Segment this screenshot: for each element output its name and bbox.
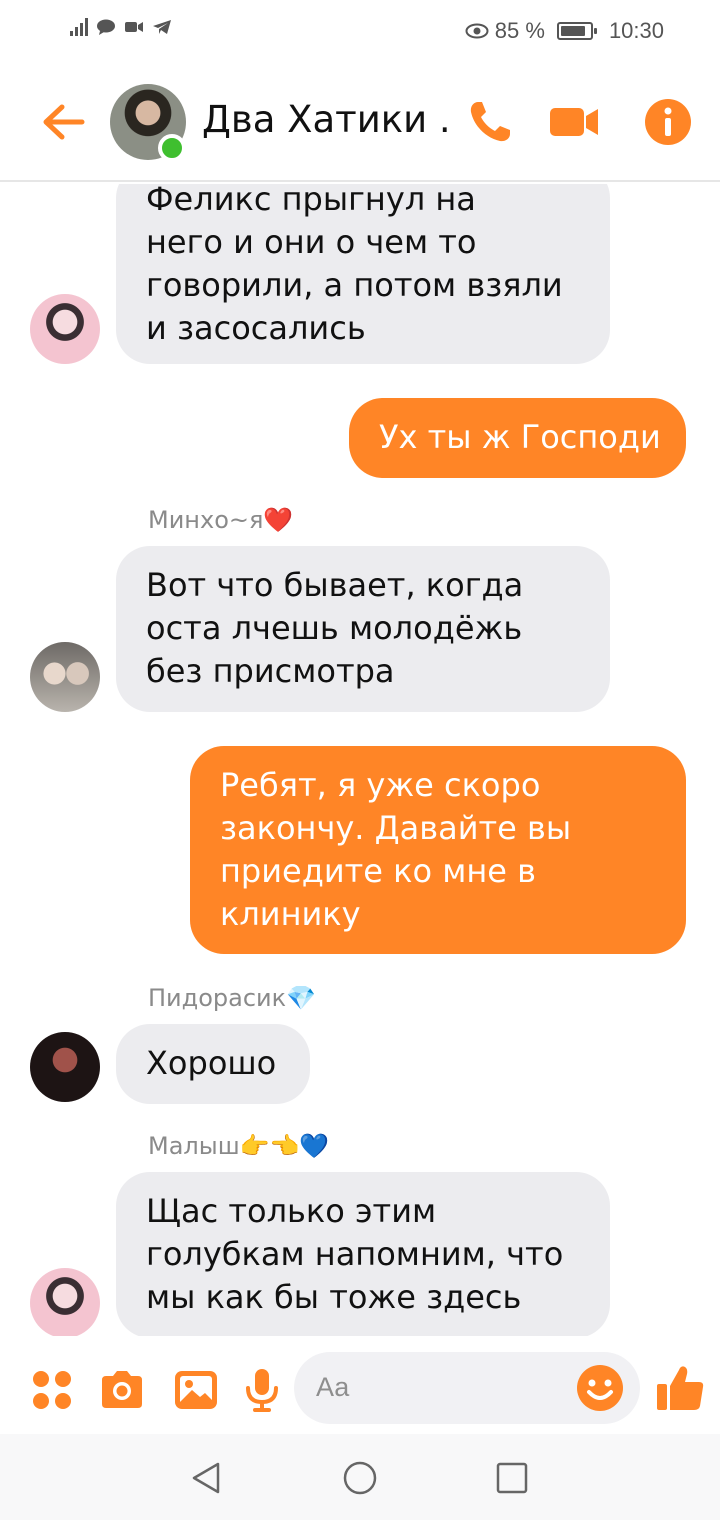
sender-name: Минхо~я❤️: [148, 506, 294, 534]
message-line: Щас только этим: [146, 1192, 437, 1230]
sender-name: Малыш👉👈💙: [148, 1132, 330, 1160]
status-left: [70, 18, 172, 36]
sender-avatar[interactable]: [30, 642, 100, 712]
status-right: 85 % 10:30: [465, 18, 664, 44]
battery-percent: 85 %: [494, 18, 545, 43]
sender-avatar[interactable]: [30, 294, 100, 364]
status-bar: 85 % 10:30: [0, 0, 720, 62]
eye-icon: [465, 23, 489, 39]
apps-grid-icon[interactable]: [28, 1366, 76, 1414]
message-line: закончу. Давайте вы: [220, 809, 572, 847]
nav-recents-icon[interactable]: [492, 1458, 532, 1498]
sender-name: Пидорасик💎: [148, 984, 317, 1012]
battery-icon: [556, 22, 597, 40]
emoji-icon[interactable]: [576, 1364, 624, 1412]
system-nav-bar: [0, 1434, 720, 1520]
message-composer: Аа: [0, 1344, 720, 1434]
battery-fill: [560, 26, 585, 36]
nav-home-icon[interactable]: [340, 1458, 380, 1498]
online-indicator: [158, 134, 186, 162]
message-line: Хорошо: [146, 1044, 277, 1082]
message-line: приедите ко мне в: [220, 852, 536, 890]
message-line: Ух ты ж Господи: [379, 418, 661, 456]
message-line: оста лчешь молодёжь: [146, 609, 523, 647]
message-line: Феликс прыгнул на: [146, 184, 476, 218]
back-arrow-icon[interactable]: [36, 94, 92, 150]
status-time: 10:30: [608, 18, 664, 43]
message-line: него и они о чем то: [146, 223, 477, 261]
sender-avatar[interactable]: [30, 1032, 100, 1102]
signal-icon: [70, 18, 88, 36]
message-line: без присмотра: [146, 652, 395, 690]
camera-icon[interactable]: [98, 1366, 146, 1414]
input-placeholder: Аа: [316, 1372, 350, 1402]
phone-icon[interactable]: [464, 96, 516, 148]
video-camera-icon[interactable]: [548, 96, 600, 148]
message-line: клинику: [220, 895, 361, 933]
nav-back-icon[interactable]: [186, 1458, 226, 1498]
telegram-icon: [153, 20, 171, 34]
sender-avatar[interactable]: [30, 1268, 100, 1336]
message-line: голубкам напомним, что: [146, 1235, 564, 1273]
video-status-icon: [125, 22, 143, 32]
microphone-icon[interactable]: [238, 1366, 286, 1414]
info-icon[interactable]: [642, 96, 694, 148]
thumbs-up-icon[interactable]: [654, 1362, 706, 1414]
message-bubble-incoming[interactable]: Щас только этим голубкам напомним, что м…: [116, 1172, 610, 1336]
message-bubble-incoming[interactable]: Хорошо: [116, 1024, 310, 1104]
message-line: и засосались: [146, 309, 366, 347]
message-bubble-incoming[interactable]: Вот что бывает, когда оста лчешь молодёж…: [116, 546, 610, 712]
message-list[interactable]: Феликс прыгнул на него и они о чем то го…: [0, 184, 720, 1336]
chat-screen: 85 % 10:30 Два Хатики ... Феликс прыгнул…: [0, 0, 720, 1520]
chat-title[interactable]: Два Хатики ...: [202, 98, 452, 141]
message-line: Ребят, я уже скоро: [220, 766, 541, 804]
message-bubble-incoming[interactable]: Феликс прыгнул на него и они о чем то го…: [116, 184, 610, 364]
message-line: говорили, а потом взяли: [146, 266, 563, 304]
chat-header: Два Хатики ...: [0, 62, 720, 182]
message-line: Вот что бывает, когда: [146, 566, 524, 604]
message-line: мы как бы тоже здесь: [146, 1278, 522, 1316]
message-bubble-icon: [97, 19, 115, 35]
message-bubble-outgoing[interactable]: Ух ты ж Господи: [349, 398, 686, 478]
message-bubble-outgoing[interactable]: Ребят, я уже скоро закончу. Давайте вы п…: [190, 746, 686, 954]
message-input[interactable]: Аа: [294, 1352, 640, 1424]
gallery-icon[interactable]: [172, 1366, 220, 1414]
